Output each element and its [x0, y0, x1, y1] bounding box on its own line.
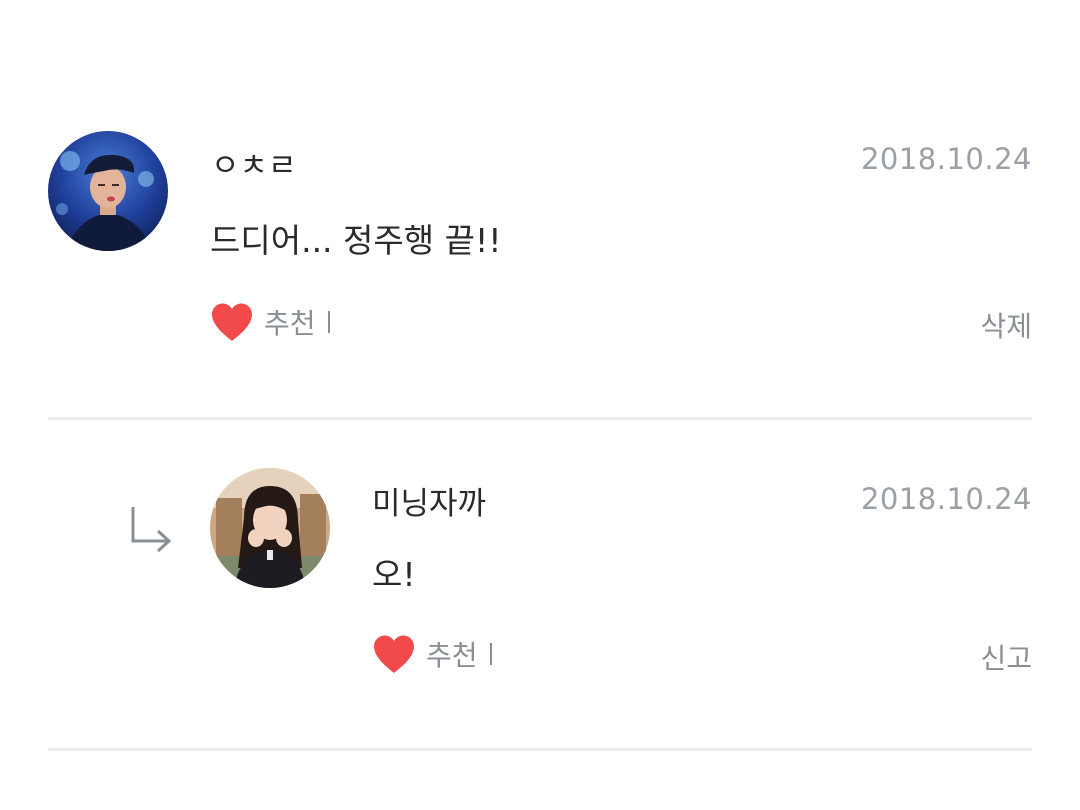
recommend-button[interactable]: 추천: [426, 634, 478, 674]
comment-author: 미닝자까: [372, 486, 487, 522]
reply-arrow-icon: [131, 507, 172, 553]
heart-icon[interactable]: [372, 634, 416, 674]
comment-date: 2018.10.24: [860, 482, 1032, 516]
comment-actions: 추천: [372, 632, 492, 676]
user-avatar-icon: [210, 468, 330, 588]
report-button[interactable]: 신고: [980, 637, 1032, 677]
comment-text: 오!: [372, 555, 416, 594]
avatar[interactable]: [210, 468, 330, 588]
divider: [48, 748, 1032, 751]
separator: [489, 643, 492, 665]
reply-item: 미닝자까 2018.10.24 오! 추천 신고: [0, 0, 1080, 760]
